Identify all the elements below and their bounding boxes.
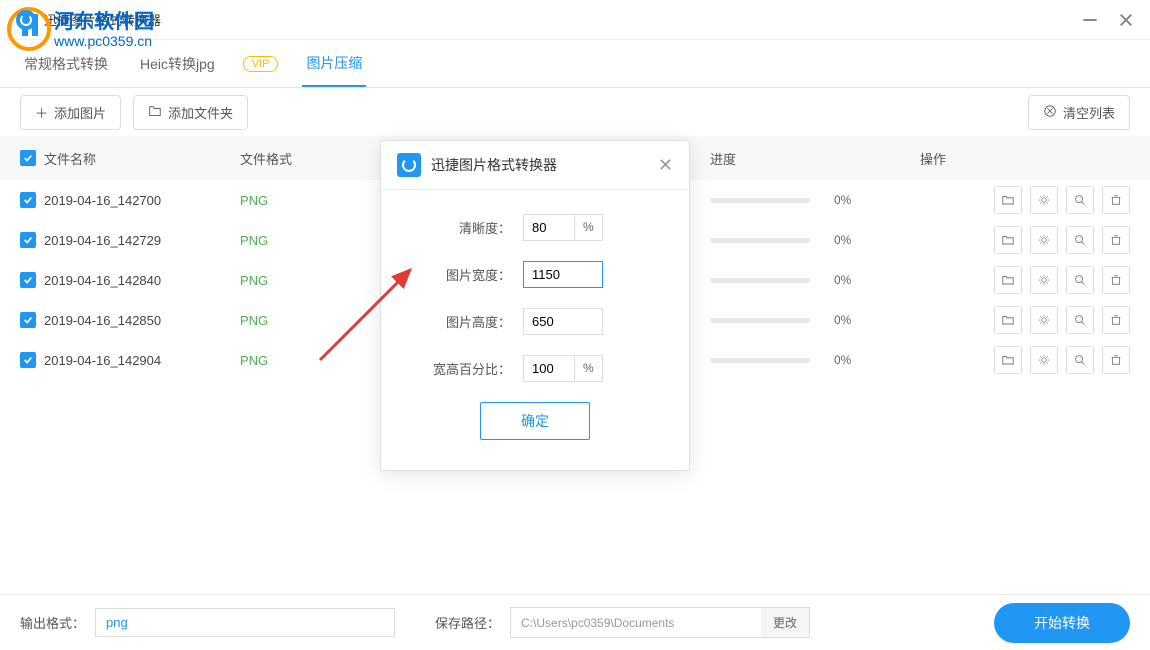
save-path-input[interactable] bbox=[511, 608, 761, 637]
file-format: PNG bbox=[240, 273, 380, 288]
open-folder-icon[interactable] bbox=[994, 306, 1022, 334]
height-label: 图片高度： bbox=[411, 312, 511, 331]
tab-bar: 常规格式转换 Heic转换jpg VIP 图片压缩 bbox=[0, 40, 1150, 88]
progress-text: 0% bbox=[834, 273, 851, 287]
open-folder-icon[interactable] bbox=[994, 226, 1022, 254]
close-button[interactable] bbox=[1118, 12, 1134, 28]
toolbar: ＋ 添加图片 添加文件夹 清空列表 bbox=[0, 88, 1150, 136]
progress-text: 0% bbox=[834, 353, 851, 367]
column-actions-header: 操作 bbox=[920, 149, 1130, 168]
tab-heic-convert[interactable]: Heic转换jpg bbox=[136, 41, 219, 87]
file-name: 2019-04-16_142850 bbox=[44, 313, 240, 328]
ratio-input[interactable] bbox=[524, 356, 574, 381]
add-folder-button[interactable]: 添加文件夹 bbox=[133, 95, 248, 130]
file-format: PNG bbox=[240, 233, 380, 248]
percent-unit: % bbox=[574, 215, 602, 240]
row-checkbox[interactable] bbox=[20, 192, 36, 208]
settings-icon[interactable] bbox=[1030, 266, 1058, 294]
preview-icon[interactable] bbox=[1066, 226, 1094, 254]
progress-bar bbox=[710, 238, 810, 243]
preview-icon[interactable] bbox=[1066, 186, 1094, 214]
progress-text: 0% bbox=[834, 193, 851, 207]
select-all-checkbox[interactable] bbox=[20, 150, 36, 166]
plus-icon: ＋ bbox=[35, 103, 48, 122]
settings-icon[interactable] bbox=[1030, 226, 1058, 254]
percent-unit: % bbox=[574, 356, 602, 381]
delete-icon[interactable] bbox=[1102, 346, 1130, 374]
add-image-button[interactable]: ＋ 添加图片 bbox=[20, 95, 121, 130]
progress-bar bbox=[710, 198, 810, 203]
settings-icon[interactable] bbox=[1030, 346, 1058, 374]
dialog-close-button[interactable]: ✕ bbox=[658, 155, 673, 176]
dialog-title: 迅捷图片格式转换器 bbox=[431, 155, 557, 175]
titlebar: 迅捷图片格式转换器 bbox=[0, 0, 1150, 40]
save-path-label: 保存路径： bbox=[435, 613, 500, 632]
vip-badge: VIP bbox=[243, 56, 279, 72]
delete-icon[interactable] bbox=[1102, 266, 1130, 294]
progress-bar bbox=[710, 278, 810, 283]
app-title: 迅捷图片格式转换器 bbox=[44, 10, 161, 29]
width-input[interactable] bbox=[523, 261, 603, 288]
row-checkbox[interactable] bbox=[20, 312, 36, 328]
ratio-label: 宽高百分比： bbox=[411, 359, 511, 378]
progress-text: 0% bbox=[834, 313, 851, 327]
open-folder-icon[interactable] bbox=[994, 266, 1022, 294]
column-format-header: 文件格式 bbox=[240, 149, 380, 168]
progress-bar bbox=[710, 318, 810, 323]
clarity-label: 清晰度： bbox=[411, 218, 511, 237]
save-path-field: 更改 bbox=[510, 607, 810, 638]
progress-bar bbox=[710, 358, 810, 363]
delete-icon[interactable] bbox=[1102, 226, 1130, 254]
dialog-header: 迅捷图片格式转换器 ✕ bbox=[381, 141, 689, 190]
row-checkbox[interactable] bbox=[20, 352, 36, 368]
delete-icon[interactable] bbox=[1102, 186, 1130, 214]
open-folder-icon[interactable] bbox=[994, 186, 1022, 214]
open-folder-icon[interactable] bbox=[994, 346, 1022, 374]
settings-icon[interactable] bbox=[1030, 306, 1058, 334]
settings-dialog: 迅捷图片格式转换器 ✕ 清晰度： % 图片宽度： 图片高度： 宽高百分比： % … bbox=[380, 140, 690, 471]
file-name: 2019-04-16_142700 bbox=[44, 193, 240, 208]
column-progress-header: 进度 bbox=[710, 149, 920, 168]
row-checkbox[interactable] bbox=[20, 232, 36, 248]
app-icon bbox=[16, 10, 36, 30]
file-format: PNG bbox=[240, 193, 380, 208]
tab-compress[interactable]: 图片压缩 bbox=[302, 41, 366, 87]
footer: 输出格式： 保存路径： 更改 开始转换 bbox=[0, 594, 1150, 650]
clear-list-button[interactable]: 清空列表 bbox=[1028, 95, 1130, 130]
progress-text: 0% bbox=[834, 233, 851, 247]
dialog-app-icon bbox=[397, 153, 421, 177]
file-format: PNG bbox=[240, 313, 380, 328]
file-name: 2019-04-16_142840 bbox=[44, 273, 240, 288]
tab-format-convert[interactable]: 常规格式转换 bbox=[20, 41, 112, 87]
settings-icon[interactable] bbox=[1030, 186, 1058, 214]
confirm-button[interactable]: 确定 bbox=[480, 402, 590, 440]
preview-icon[interactable] bbox=[1066, 306, 1094, 334]
change-path-button[interactable]: 更改 bbox=[761, 608, 809, 637]
folder-icon bbox=[148, 104, 162, 121]
clarity-input[interactable] bbox=[524, 215, 574, 240]
file-name: 2019-04-16_142729 bbox=[44, 233, 240, 248]
height-input[interactable] bbox=[523, 308, 603, 335]
output-format-label: 输出格式： bbox=[20, 613, 85, 632]
clear-icon bbox=[1043, 104, 1057, 121]
column-name-header: 文件名称 bbox=[44, 149, 240, 168]
start-convert-button[interactable]: 开始转换 bbox=[994, 603, 1130, 643]
file-name: 2019-04-16_142904 bbox=[44, 353, 240, 368]
minimize-button[interactable] bbox=[1082, 12, 1098, 28]
preview-icon[interactable] bbox=[1066, 266, 1094, 294]
width-label: 图片宽度： bbox=[411, 265, 511, 284]
file-format: PNG bbox=[240, 353, 380, 368]
preview-icon[interactable] bbox=[1066, 346, 1094, 374]
row-checkbox[interactable] bbox=[20, 272, 36, 288]
output-format-input[interactable] bbox=[95, 608, 395, 637]
delete-icon[interactable] bbox=[1102, 306, 1130, 334]
